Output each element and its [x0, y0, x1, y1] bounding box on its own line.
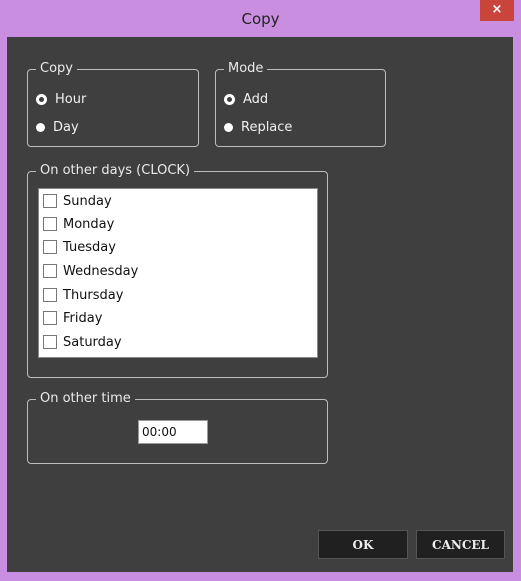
day-label: Monday: [63, 216, 115, 232]
day-label: Saturday: [63, 334, 122, 350]
day-checkbox-monday[interactable]: Monday: [43, 214, 114, 234]
window-title: Copy: [241, 10, 280, 28]
checkbox-icon: [43, 288, 57, 302]
days-listbox[interactable]: Sunday Monday Tuesday Wednesday Thursday…: [38, 188, 318, 358]
day-checkbox-wednesday[interactable]: Wednesday: [43, 261, 138, 281]
checkbox-icon: [43, 240, 57, 254]
mode-group: Mode Add Replace: [215, 60, 386, 147]
mode-group-legend: Mode: [224, 60, 268, 78]
close-button[interactable]: ×: [480, 0, 514, 21]
copy-group-legend: Copy: [36, 60, 77, 78]
time-group-legend: On other time: [36, 390, 135, 408]
copy-group: Copy Hour Day: [27, 60, 199, 147]
dialog-body: Copy Hour Day Mode Add Replace On other …: [7, 37, 513, 572]
checkbox-icon: [43, 311, 57, 325]
title-bar[interactable]: Copy ×: [0, 0, 521, 37]
checkbox-icon: [43, 217, 57, 231]
day-checkbox-thursday[interactable]: Thursday: [43, 285, 123, 305]
radio-add[interactable]: Add: [224, 90, 268, 108]
cancel-button[interactable]: CANCEL: [416, 530, 505, 559]
radio-day-label: Day: [53, 119, 79, 135]
time-input[interactable]: [138, 420, 208, 444]
days-group-legend: On other days (CLOCK): [36, 162, 195, 180]
day-label: Wednesday: [63, 263, 139, 279]
radio-hour[interactable]: Hour: [36, 90, 86, 108]
day-label: Friday: [63, 310, 103, 326]
radio-icon: [224, 122, 233, 132]
close-icon: ×: [491, 2, 503, 17]
ok-button[interactable]: OK: [318, 530, 408, 559]
radio-replace-label: Replace: [241, 119, 293, 135]
day-label: Tuesday: [63, 239, 116, 255]
radio-icon-checked: [224, 93, 235, 105]
radio-icon-checked: [36, 93, 47, 105]
days-group: On other days (CLOCK) Sunday Monday Tues…: [27, 162, 328, 378]
day-label: Thursday: [63, 287, 124, 303]
radio-day[interactable]: Day: [36, 118, 79, 136]
radio-replace[interactable]: Replace: [224, 118, 292, 136]
checkbox-icon: [43, 264, 57, 278]
checkbox-icon: [43, 194, 57, 208]
day-checkbox-saturday[interactable]: Saturday: [43, 332, 122, 352]
day-checkbox-sunday[interactable]: Sunday: [43, 191, 112, 211]
radio-hour-label: Hour: [55, 91, 87, 107]
radio-icon: [36, 122, 45, 132]
day-checkbox-friday[interactable]: Friday: [43, 308, 102, 328]
day-label: Sunday: [63, 193, 112, 209]
day-checkbox-tuesday[interactable]: Tuesday: [43, 237, 116, 257]
radio-add-label: Add: [243, 91, 269, 107]
checkbox-icon: [43, 335, 57, 349]
time-group: On other time: [27, 390, 328, 464]
